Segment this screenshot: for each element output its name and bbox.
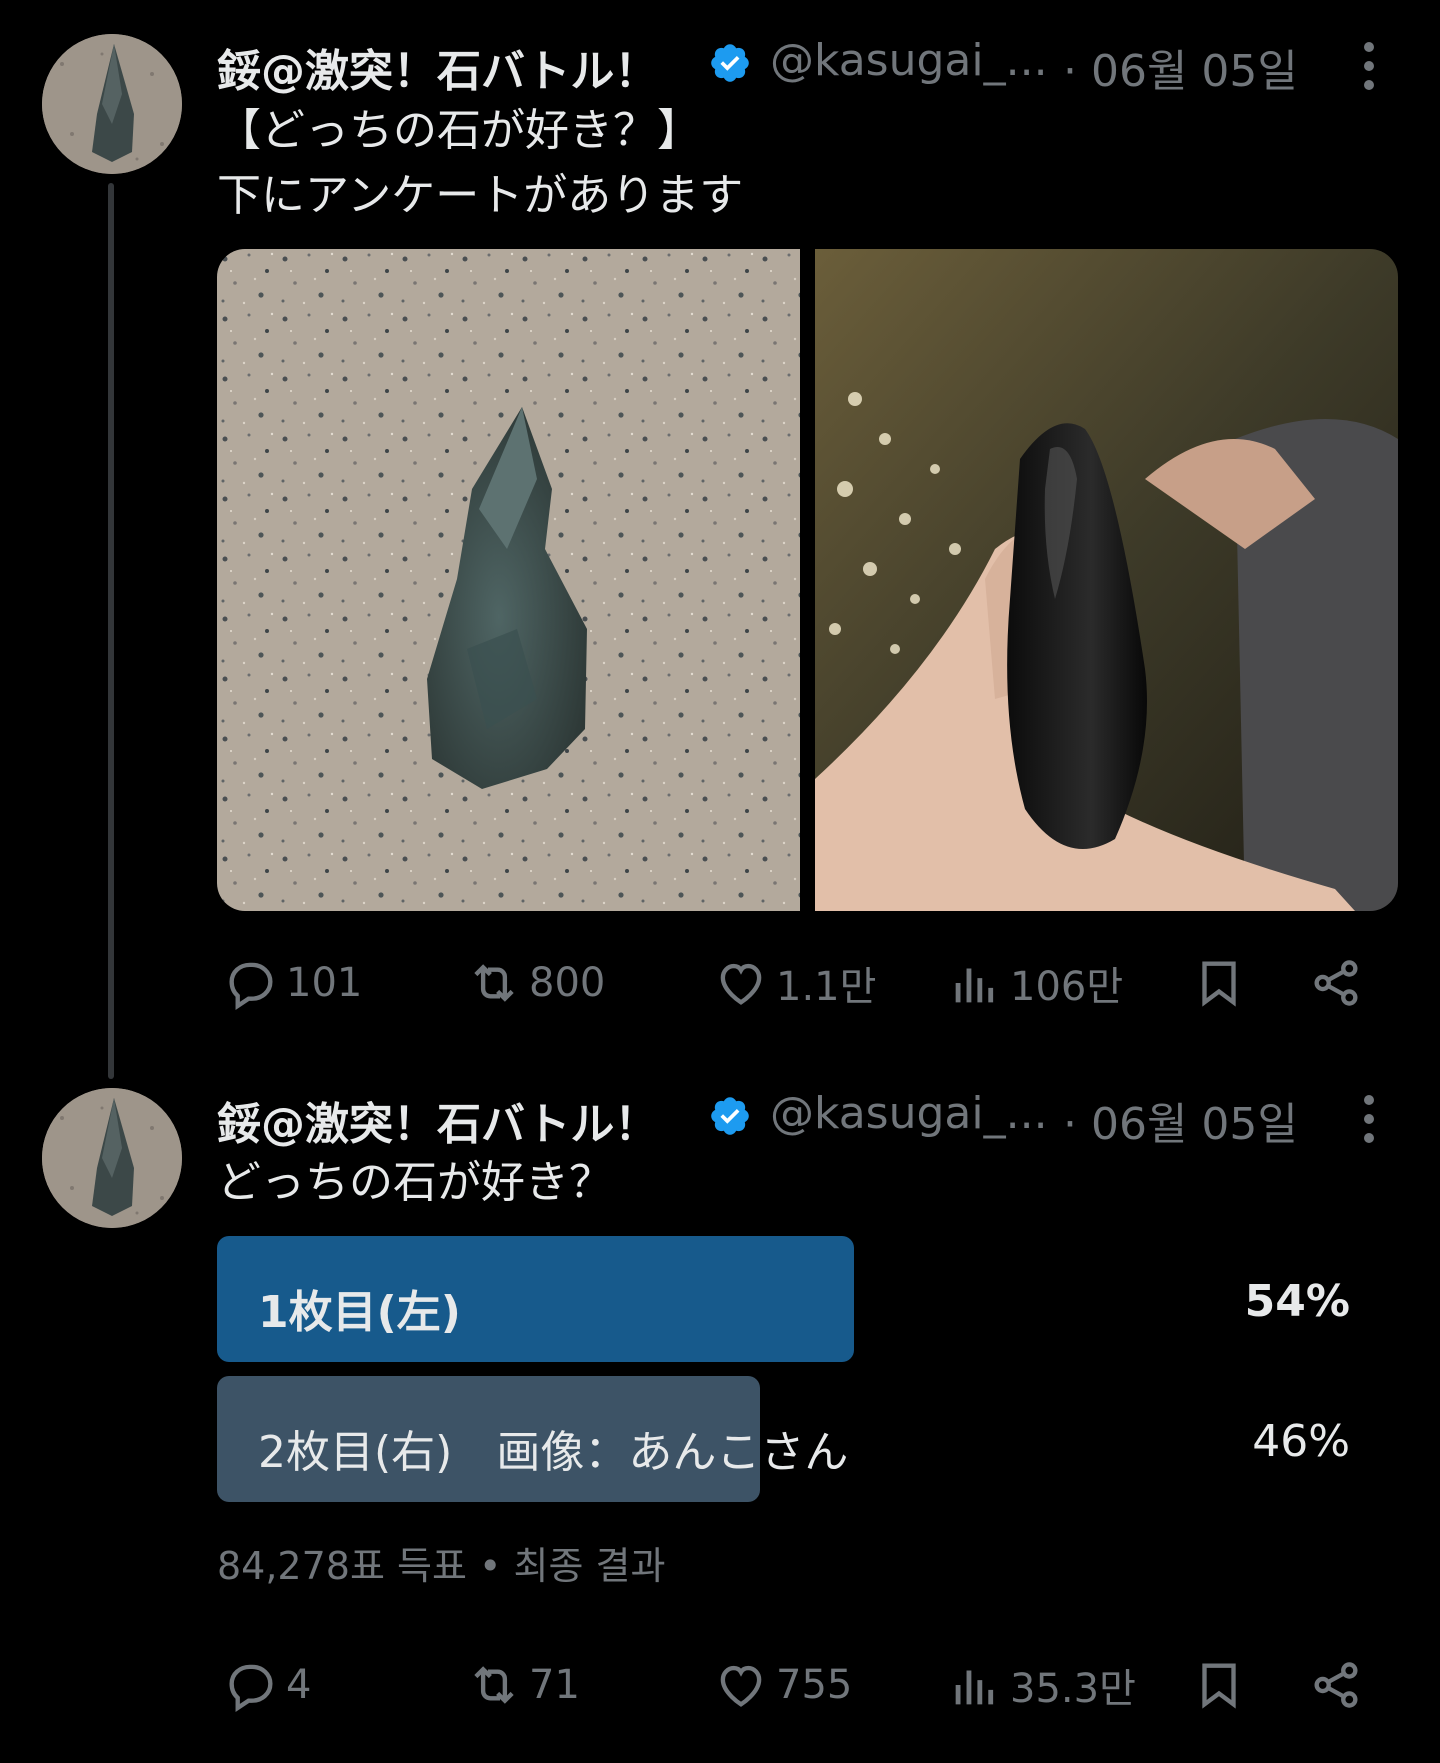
share-icon[interactable]: [1307, 1656, 1365, 1714]
like-button[interactable]: 755: [712, 1656, 852, 1714]
author-name[interactable]: 鋖@激突！石バトル！: [217, 1088, 658, 1152]
poll-option-label: 2枚目(右) 画像：あんこさん: [258, 1427, 849, 1478]
repost-count: 71: [529, 1662, 580, 1708]
verified-badge-icon[interactable]: [708, 1094, 752, 1138]
views-button[interactable]: 35.3만: [946, 1656, 1136, 1714]
tweet-date[interactable]: · 06월 05일: [1063, 35, 1298, 99]
bookmark-icon[interactable]: [1190, 954, 1248, 1012]
more-options-icon[interactable]: [1364, 42, 1378, 99]
reply-icon: [229, 1664, 273, 1713]
views-button[interactable]: 106만: [946, 954, 1123, 1012]
avatar[interactable]: [42, 34, 182, 174]
repost-icon: [474, 964, 514, 1002]
like-count: 755: [776, 1662, 853, 1708]
thread-line: [108, 183, 114, 1079]
author-handle[interactable]: @kasugai_...: [770, 35, 1048, 86]
like-count: 1.1만: [776, 964, 877, 1010]
repost-button[interactable]: 71: [465, 1656, 580, 1714]
verified-badge-icon[interactable]: [708, 41, 752, 85]
tweet-image-left[interactable]: [217, 249, 800, 911]
share-icon[interactable]: [1307, 954, 1365, 1012]
like-button[interactable]: 1.1만: [712, 954, 876, 1012]
reply-button[interactable]: 101: [222, 954, 362, 1012]
poll-option-label: 1枚目(左): [258, 1287, 461, 1338]
heart-icon: [720, 1665, 762, 1707]
poll-option-percent: 54%: [1244, 1276, 1350, 1327]
reply-button[interactable]: 4: [222, 1656, 311, 1714]
poll-summary: 84,278표 득표 • 최종 결과: [217, 1544, 666, 1588]
tweet-text: 【どっちの石が好き？】 下にアンケートがあります: [217, 105, 744, 221]
more-options-icon[interactable]: [1364, 1095, 1378, 1152]
repost-icon: [474, 1666, 514, 1704]
views-count: 106만: [1010, 964, 1124, 1010]
tweet-text: どっちの石が好き？: [217, 1157, 613, 1208]
reply-count: 101: [286, 960, 363, 1006]
views-count: 35.3만: [1010, 1666, 1136, 1712]
views-icon: [955, 1670, 994, 1705]
heart-icon: [720, 963, 762, 1005]
repost-button[interactable]: 800: [465, 954, 605, 1012]
poll-option-percent: 46%: [1252, 1416, 1350, 1467]
reply-icon: [229, 962, 273, 1011]
repost-count: 800: [529, 960, 606, 1006]
avatar[interactable]: [42, 1088, 182, 1228]
bookmark-icon[interactable]: [1190, 1656, 1248, 1714]
author-name[interactable]: 鋖@激突！石バトル！: [217, 35, 658, 99]
reply-count: 4: [286, 1662, 312, 1708]
tweet-date[interactable]: · 06월 05일: [1063, 1088, 1298, 1152]
views-icon: [955, 968, 994, 1003]
tweet-image-right[interactable]: [815, 249, 1398, 911]
author-handle[interactable]: @kasugai_...: [770, 1088, 1048, 1139]
